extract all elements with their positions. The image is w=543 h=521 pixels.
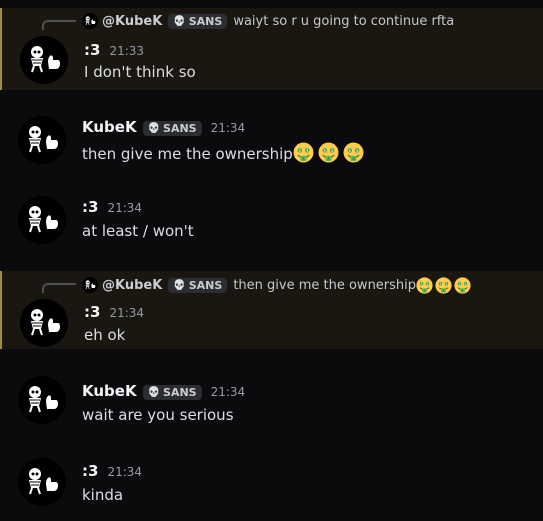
skull-icon: 💀 [173, 15, 186, 27]
username[interactable]: :3 [82, 198, 98, 216]
reply-spine [42, 20, 76, 30]
message-5: KubeK 💀 SANS 21:34 wait are you serious [0, 372, 543, 432]
username[interactable]: KubeK [82, 118, 137, 136]
message-6: :3 21:34 kinda [0, 454, 543, 514]
message-text: I don't think so [84, 63, 196, 81]
message-text: at least / won't [82, 222, 194, 240]
reply-preview[interactable]: @KubeK 💀 SANS then give me the ownership [82, 274, 473, 296]
avatar[interactable] [18, 458, 66, 506]
message-text-body: then give me the ownership [82, 145, 293, 163]
timestamp: 21:34 [107, 201, 143, 215]
money-mouth-emoji [293, 142, 314, 163]
avatar[interactable] [20, 36, 68, 84]
money-mouth-emoji [435, 277, 452, 294]
server-tag: 💀 SANS [168, 13, 228, 29]
message-4: @KubeK 💀 SANS then give me the ownership … [0, 271, 543, 349]
avatar[interactable] [18, 196, 66, 244]
username[interactable]: :3 [84, 41, 100, 59]
message-text: then give me the ownership [82, 142, 368, 163]
skull-icon: 💀 [147, 123, 161, 134]
timestamp: 21:34 [107, 465, 143, 479]
reply-mention[interactable]: @KubeK [102, 278, 162, 293]
reply-text: then give me the ownership [233, 277, 417, 293]
timestamp: 21:34 [210, 385, 246, 399]
message-text: kinda [82, 486, 124, 504]
message-3: :3 21:34 at least / won't [0, 192, 543, 252]
server-tag: 💀 SANS [168, 277, 228, 293]
money-mouth-emoji [454, 277, 471, 294]
money-mouth-emoji [318, 142, 339, 163]
message-text: wait are you serious [82, 406, 234, 424]
timestamp: 21:34 [210, 121, 246, 135]
money-mouth-emoji [416, 277, 433, 294]
message-text: eh ok [84, 326, 126, 344]
reply-avatar [82, 277, 98, 293]
reply-preview[interactable]: @KubeK 💀 SANS waiyt so r u going to conti… [82, 10, 454, 32]
username[interactable]: :3 [82, 462, 98, 480]
avatar[interactable] [18, 116, 66, 164]
avatar[interactable] [18, 376, 66, 424]
message-1: @KubeK 💀 SANS waiyt so r u going to conti… [0, 8, 543, 90]
reply-avatar [82, 13, 98, 29]
reply-mention[interactable]: @KubeK [102, 14, 162, 29]
money-mouth-emoji [343, 142, 364, 163]
server-tag: 💀 SANS [142, 385, 202, 400]
timestamp: 21:33 [109, 44, 145, 58]
username[interactable]: :3 [84, 303, 100, 321]
skull-icon: 💀 [173, 279, 186, 291]
avatar[interactable] [20, 299, 68, 347]
reply-text: waiyt so r u going to continue rfta [233, 13, 455, 29]
skull-icon: 💀 [147, 387, 161, 398]
timestamp: 21:34 [109, 306, 145, 320]
message-2: KubeK 💀 SANS 21:34 then give me the owner… [0, 112, 543, 172]
server-tag: 💀 SANS [142, 121, 202, 136]
reply-spine [42, 283, 76, 293]
username[interactable]: KubeK [82, 382, 137, 400]
